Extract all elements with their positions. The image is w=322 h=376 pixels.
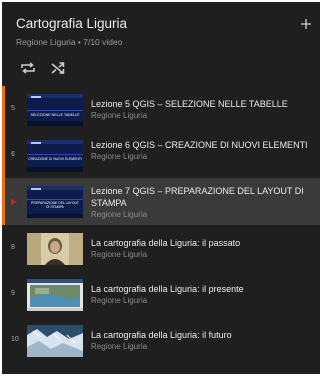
video-title[interactable]: La cartografia della Liguria: il futuro bbox=[91, 329, 316, 341]
channel-name: Regione Liguria bbox=[91, 111, 148, 120]
item-info: La cartografia della Liguria: il passato… bbox=[91, 237, 316, 261]
item-info: La cartografia della Liguria: il present… bbox=[91, 283, 316, 307]
channel-name: Regione Liguria bbox=[91, 152, 148, 161]
item-index: 8 bbox=[11, 244, 15, 251]
video-thumbnail[interactable] bbox=[27, 233, 83, 265]
video-title[interactable]: Lezione 7 QGIS – PREPARAZIONE DEL LAYOUT… bbox=[91, 185, 316, 209]
plus-icon[interactable] bbox=[300, 18, 312, 34]
item-info: Lezione 5 QGIS – SELEZIONE NELLE TABELLE… bbox=[91, 98, 316, 122]
loop-icon[interactable] bbox=[19, 60, 37, 76]
playlist-header: Cartografia Liguria Regione Liguria • 7/… bbox=[2, 2, 320, 50]
list-item[interactable]: 8 La cartografia della Liguria: il passa… bbox=[2, 225, 320, 271]
channel-name: Regione Liguria bbox=[91, 250, 148, 259]
thumbnail-text: SELEZIONE NELLE TABELLE bbox=[30, 113, 80, 117]
playlist-controls bbox=[2, 50, 320, 84]
video-title[interactable]: Lezione 6 QGIS – CREAZIONE DI NUOVI ELEM… bbox=[91, 139, 316, 151]
item-info: La cartografia della Liguria: il futuro … bbox=[91, 329, 316, 353]
item-index: 6 bbox=[11, 151, 15, 158]
list-item[interactable]: 5 SELEZIONE NELLE TABELLE Lezione 5 QGIS… bbox=[2, 86, 320, 132]
video-thumbnail[interactable]: PREPARAZIONE DEL LAYOUT DI STAMPA bbox=[27, 186, 83, 218]
list-item[interactable]: 6 CREAZIONE DI NUOVI ELEMENTI Lezione 6 … bbox=[2, 132, 320, 178]
video-thumbnail[interactable]: SELEZIONE NELLE TABELLE bbox=[27, 94, 83, 126]
channel-name: Regione Liguria bbox=[91, 296, 148, 305]
now-playing-icon: ▶ bbox=[11, 197, 18, 206]
playlist-subtitle: Regione Liguria • 7/10 video bbox=[16, 37, 123, 47]
item-index: 5 bbox=[11, 105, 15, 112]
item-index: 9 bbox=[11, 290, 15, 297]
list-item[interactable]: 10 La cartografia della Liguria: il futu… bbox=[2, 317, 320, 363]
video-title[interactable]: La cartografia della Liguria: il passato bbox=[91, 237, 316, 249]
video-thumbnail[interactable] bbox=[27, 325, 83, 357]
thumbnail-text: CREAZIONE DI NUOVI ELEMENTI bbox=[28, 157, 82, 161]
playlist-items: 5 SELEZIONE NELLE TABELLE Lezione 5 QGIS… bbox=[2, 86, 320, 363]
video-thumbnail[interactable] bbox=[27, 279, 83, 311]
item-index: 10 bbox=[11, 336, 19, 343]
list-item[interactable]: 9 La cartografia della Liguria: il prese… bbox=[2, 271, 320, 317]
channel-name: Regione Liguria bbox=[91, 342, 148, 351]
video-thumbnail[interactable]: CREAZIONE DI NUOVI ELEMENTI bbox=[27, 140, 83, 172]
item-info: Lezione 6 QGIS – CREAZIONE DI NUOVI ELEM… bbox=[91, 139, 316, 163]
playlist-panel: Cartografia Liguria Regione Liguria • 7/… bbox=[2, 2, 320, 374]
video-title[interactable]: La cartografia della Liguria: il present… bbox=[91, 283, 316, 295]
channel-name: Regione Liguria bbox=[91, 210, 148, 219]
thumbnail-text: PREPARAZIONE DEL LAYOUT DI STAMPA bbox=[31, 201, 79, 209]
item-info: Lezione 7 QGIS – PREPARAZIONE DEL LAYOUT… bbox=[91, 185, 316, 221]
playlist-title[interactable]: Cartografia Liguria bbox=[16, 16, 127, 31]
video-title[interactable]: Lezione 5 QGIS – SELEZIONE NELLE TABELLE bbox=[91, 98, 316, 110]
shuffle-icon[interactable] bbox=[49, 60, 67, 76]
list-item-now-playing[interactable]: ▶ PREPARAZIONE DEL LAYOUT DI STAMPA Lezi… bbox=[2, 178, 320, 225]
